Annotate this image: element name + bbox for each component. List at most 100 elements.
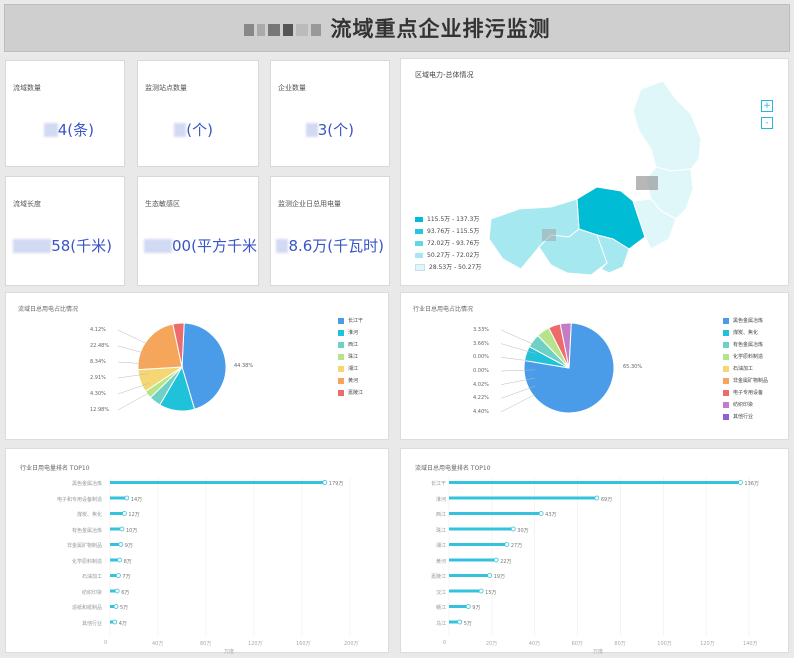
bar[interactable]	[449, 589, 482, 593]
bar-end-dot	[493, 557, 499, 563]
pie-legend-item[interactable]: 煤炭、焦化	[723, 329, 758, 336]
pie-legend-item[interactable]: 有色金属冶炼	[723, 341, 763, 348]
legend-swatch	[415, 229, 423, 234]
legend-swatch	[338, 389, 344, 396]
redacted-block	[295, 24, 308, 36]
zoom-out-button[interactable]: -	[761, 117, 773, 129]
x-tick-label: 140万	[743, 641, 758, 647]
bar-end-dot	[487, 573, 493, 578]
legend-label: 淮河	[348, 330, 359, 336]
kpi-card-station-count: 监测站点数量 (个)	[137, 60, 259, 167]
pie-slice-label: 8.34%	[90, 359, 106, 365]
kpi-value-text: 3(个)	[317, 121, 354, 139]
bar-chart-river[interactable]	[401, 449, 790, 654]
bar[interactable]	[449, 496, 597, 500]
zoom-in-button[interactable]: +	[761, 100, 773, 112]
pie-slice-label: 4.12%	[90, 327, 106, 333]
map-redacted-label	[542, 229, 556, 241]
pie-legend-item[interactable]: 黄河	[338, 377, 358, 384]
bar-value-label: 30万	[517, 527, 529, 534]
bar-value-label: 179万	[328, 481, 344, 487]
map-region-north[interactable]	[632, 80, 702, 172]
legend-label: 28.53万 - 50.27万	[429, 264, 482, 271]
legend-label: 非金属矿物制品	[733, 378, 769, 384]
bar-value-label: 19万	[493, 574, 506, 580]
legend-label: 其他行业	[733, 414, 754, 420]
bar-value-label: 43万	[545, 512, 557, 518]
bar[interactable]	[110, 481, 325, 484]
bar-value-label: 27万	[510, 543, 523, 549]
legend-label: 93.76万 - 115.5万	[427, 228, 480, 235]
pie-legend-item[interactable]: 纺织印染	[723, 401, 753, 408]
legend-label: 黑色金属冶炼	[733, 318, 764, 324]
pie-legend-item[interactable]: 化学原料制造	[723, 353, 763, 360]
bar-end-dot	[538, 511, 544, 516]
y-category-label: 珠江	[435, 527, 446, 534]
bar-value-label: 9万	[472, 605, 481, 611]
map-legend-item: 93.76万 - 115.5万	[415, 226, 479, 235]
bar[interactable]	[449, 543, 507, 546]
bar-end-dot	[118, 542, 124, 547]
pie-legend-item[interactable]: 珠江	[338, 353, 358, 360]
y-category-label: 西江	[435, 512, 446, 518]
legend-label: 化学原料制造	[733, 354, 764, 360]
pie-slice-label: 0.00%	[473, 354, 489, 361]
pie-legend-item[interactable]: 淮河	[338, 329, 358, 336]
kpi-label: 流域数量	[13, 84, 41, 92]
kpi-label: 流域长度	[13, 200, 41, 208]
pie-slice-label: 12.98%	[90, 407, 110, 413]
bar[interactable]	[449, 481, 741, 484]
pie-slice-label: 22.48%	[90, 343, 110, 349]
bar[interactable]	[449, 527, 514, 531]
pie-slice-label: 2.91%	[90, 375, 106, 381]
bar-end-dot	[478, 588, 484, 594]
pie-legend-item[interactable]: 嘉陵江	[338, 389, 363, 396]
redacted-block	[243, 24, 254, 36]
pie-legend-item[interactable]: 石油加工	[723, 365, 753, 372]
pie-chart-river[interactable]	[6, 293, 390, 441]
bar-value-label: 9万	[124, 543, 133, 549]
pie-legend-item[interactable]: 湘江	[338, 365, 358, 372]
y-category-label: 淮河	[435, 496, 446, 503]
pie-legend-item[interactable]: 黑色金属冶炼	[723, 317, 763, 324]
legend-swatch	[723, 317, 729, 324]
redacted-block	[305, 123, 318, 137]
pie-leader-line	[500, 394, 536, 413]
x-axis-label: 万度	[593, 649, 604, 655]
bar-panel-industry: 行业日用电量排名 TOP10 0 40万 80万 120万 160万 200万 万度 黑色金属…	[5, 448, 389, 655]
pie-legend-item[interactable]: 非金属矿物制品	[723, 377, 768, 384]
pie-legend-item[interactable]: 电子专用设备	[723, 389, 763, 396]
x-tick-label: 100万	[657, 641, 672, 647]
redacted-block	[174, 123, 187, 137]
pie-legend-item[interactable]: 长江干	[338, 317, 363, 324]
legend-label: 西江	[348, 342, 359, 348]
kpi-value-text: 58(千米)	[51, 237, 112, 255]
bar[interactable]	[449, 605, 469, 608]
bar[interactable]	[449, 574, 490, 577]
bar-end-dot	[117, 557, 122, 563]
bar-end-dot	[594, 495, 600, 501]
y-category-label: 非金属矿物制品	[66, 543, 102, 549]
legend-swatch	[723, 365, 729, 372]
kpi-card-enterprise-count: 企业数量 3(个)	[270, 60, 390, 167]
legend-swatch	[415, 241, 423, 246]
bar[interactable]	[110, 496, 127, 500]
bar-panel-river: 流域日总用电量排名 TOP10 0 20万 40万 60万 80万 100万 120万 140…	[400, 448, 790, 655]
legend-swatch	[415, 217, 423, 222]
pie-legend-item[interactable]: 其他行业	[723, 413, 753, 420]
x-tick-label: 40万	[152, 641, 164, 647]
pie-legend-item[interactable]: 西江	[338, 341, 358, 348]
legend-swatch	[338, 353, 344, 360]
legend-label: 纺织印染	[733, 402, 754, 408]
legend-label: 石油加工	[733, 366, 754, 372]
kpi-label: 监测站点数量	[145, 84, 187, 92]
kpi-value: (个)	[174, 119, 213, 140]
bar[interactable]	[449, 558, 497, 562]
map-legend-item: 28.53万 - 50.27万	[415, 262, 481, 271]
pie-leader-line	[500, 385, 536, 399]
bar[interactable]	[449, 512, 542, 515]
y-category-label: 电子和专用设备制造	[56, 496, 102, 503]
x-tick-label: 60万	[571, 641, 583, 647]
kpi-value-text: 8.6万(千瓦时)	[288, 237, 384, 255]
x-tick-label: 200万	[344, 641, 359, 647]
